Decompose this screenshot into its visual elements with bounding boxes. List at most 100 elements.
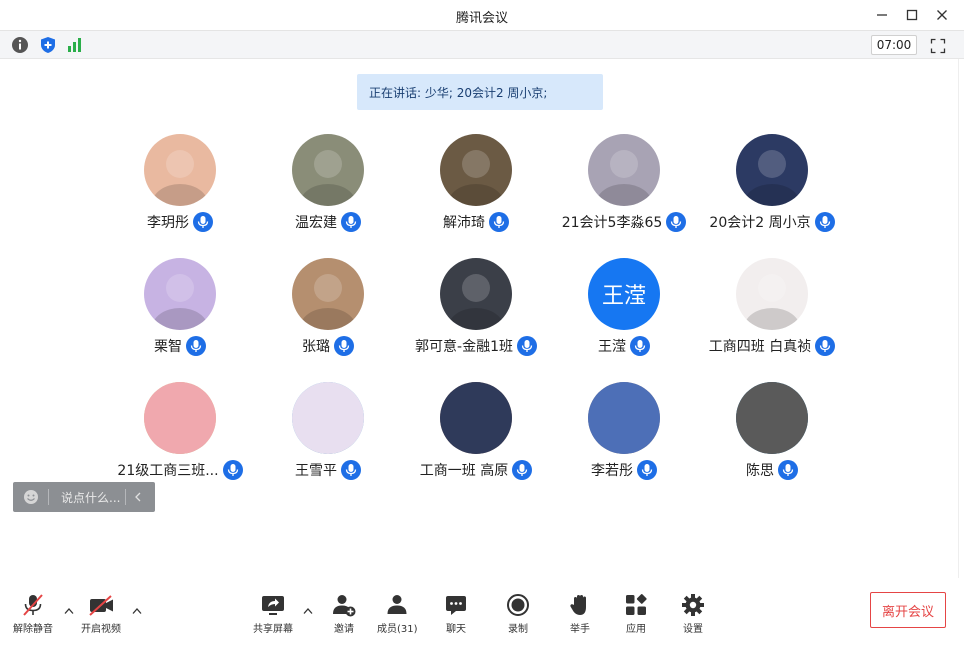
chat-divider xyxy=(125,489,126,505)
settings-button[interactable]: 设置 xyxy=(679,592,707,635)
partial-avatar xyxy=(292,382,364,454)
maximize-icon xyxy=(906,9,918,21)
minimize-button[interactable] xyxy=(870,4,894,26)
participant-name: 王滢 xyxy=(598,339,626,355)
participant-tile[interactable]: 张璐 xyxy=(254,244,402,368)
raise-hand-label: 举手 xyxy=(570,624,590,635)
chat-placeholder[interactable]: 说点什么... xyxy=(61,489,125,506)
microphone-icon xyxy=(814,212,835,232)
members-icon xyxy=(383,592,411,618)
participant-tile[interactable]: 李玥彤 xyxy=(106,120,254,244)
members-button[interactable]: 成员(31) xyxy=(377,592,418,635)
chat-divider xyxy=(48,489,49,505)
chat-bubble-icon xyxy=(442,592,470,618)
microphone-icon xyxy=(630,336,650,356)
baby-photo-icon xyxy=(144,134,216,206)
participant-name: 21会计5李淼65 xyxy=(561,215,663,231)
network-signal-button[interactable] xyxy=(66,36,84,54)
emoji-icon[interactable] xyxy=(22,488,40,506)
title-bar: 腾讯会议 xyxy=(0,0,964,31)
close-icon xyxy=(937,10,947,20)
window-title: 腾讯会议 xyxy=(455,11,508,26)
minimize-icon xyxy=(877,14,887,16)
status-bar: 07:00 xyxy=(0,31,964,59)
record-label: 录制 xyxy=(508,624,528,635)
start-video-button[interactable]: 开启视频 xyxy=(81,592,121,635)
microphone-icon xyxy=(778,460,798,480)
settings-label: 设置 xyxy=(683,624,703,635)
chat-label: 聊天 xyxy=(446,624,466,635)
microphone-icon xyxy=(193,212,213,232)
chevron-up-icon xyxy=(64,608,74,614)
participant-tile[interactable]: 解沛琦 xyxy=(402,120,550,244)
hand-icon xyxy=(566,592,594,618)
security-button[interactable] xyxy=(39,36,57,54)
text-avatar-icon: 王滢 xyxy=(588,258,660,330)
scrollbar-track[interactable] xyxy=(958,59,964,578)
participant-name: 李玥彤 xyxy=(147,215,189,231)
close-button[interactable] xyxy=(930,4,954,26)
share-options-caret[interactable] xyxy=(301,604,315,618)
participant-tile[interactable]: 王滢 王滢 xyxy=(550,244,698,368)
fullscreen-icon xyxy=(930,38,946,54)
microphone-icon xyxy=(341,460,361,480)
cat-photo-icon xyxy=(588,134,660,206)
participant-tile[interactable]: 21会计5李淼65 xyxy=(550,120,698,244)
info-icon xyxy=(12,37,28,53)
participant-name: 王雪平 xyxy=(295,463,337,479)
meeting-timer: 07:00 xyxy=(871,35,917,55)
selfie-photo-icon xyxy=(292,258,364,330)
participant-name: 工商一班 高原 xyxy=(419,463,509,479)
participant-tile[interactable]: 温宏建 xyxy=(254,120,402,244)
start-video-label: 开启视频 xyxy=(81,624,121,635)
apps-label: 应用 xyxy=(626,624,646,635)
microphone-icon xyxy=(186,336,206,356)
raise-hand-button[interactable]: 举手 xyxy=(566,592,594,635)
chevron-left-icon xyxy=(135,492,141,502)
participant-name: 21级工商三班... xyxy=(117,463,219,479)
share-screen-label: 共享屏幕 xyxy=(253,624,293,635)
share-screen-icon xyxy=(259,592,287,618)
participant-name: 李若彤 xyxy=(591,463,633,479)
microphone-icon xyxy=(815,336,836,356)
audio-options-caret[interactable] xyxy=(62,604,76,618)
participant-tile[interactable]: 工商四班 白真祯 xyxy=(698,244,846,368)
meeting-info-button[interactable] xyxy=(11,36,29,54)
participant-tile[interactable]: 郭可意-金融1班 xyxy=(402,244,550,368)
maximize-button[interactable] xyxy=(900,4,924,26)
apps-button[interactable]: 应用 xyxy=(622,592,650,635)
add-user-icon xyxy=(330,592,358,618)
unmute-button[interactable]: 解除静音 xyxy=(13,592,53,635)
man-photo-icon xyxy=(292,134,364,206)
video-options-caret[interactable] xyxy=(130,604,144,618)
participant-tile[interactable]: 栗智 xyxy=(106,244,254,368)
microphone-icon xyxy=(341,212,361,232)
members-label: 成员(31) xyxy=(377,624,418,635)
shield-icon xyxy=(41,37,55,53)
record-button[interactable]: 录制 xyxy=(504,592,532,635)
doodle-rabbit-icon xyxy=(736,258,808,330)
participant-name-line: 工商四班 白真祯 xyxy=(678,335,866,357)
partial-avatar xyxy=(440,382,512,454)
camera-off-icon xyxy=(87,592,115,618)
participant-name: 栗智 xyxy=(154,339,182,355)
chevron-up-icon xyxy=(303,608,313,614)
cartoon-girl-icon xyxy=(144,258,216,330)
invite-label: 邀请 xyxy=(334,624,354,635)
microphone-icon xyxy=(637,460,657,480)
fullscreen-button[interactable] xyxy=(928,36,948,56)
collapse-chat-button[interactable] xyxy=(133,490,145,504)
partial-avatar xyxy=(144,382,216,454)
participant-name: 温宏建 xyxy=(295,215,337,231)
speaking-indicator: 正在讲话: 少华; 20会计2 周小京; xyxy=(357,74,603,110)
unmute-label: 解除静音 xyxy=(13,624,53,635)
invite-button[interactable]: 邀请 xyxy=(330,592,358,635)
participant-tile[interactable]: 20会计2 周小京 xyxy=(698,120,846,244)
partial-avatar xyxy=(588,382,660,454)
participant-name: 陈思 xyxy=(746,463,774,479)
leave-meeting-button[interactable]: 离开会议 xyxy=(870,592,946,628)
share-screen-button[interactable]: 共享屏幕 xyxy=(253,592,293,635)
chat-button[interactable]: 聊天 xyxy=(442,592,470,635)
chat-quick-input[interactable]: 说点什么... xyxy=(13,482,155,512)
participant-name: 工商四班 白真祯 xyxy=(708,339,812,355)
